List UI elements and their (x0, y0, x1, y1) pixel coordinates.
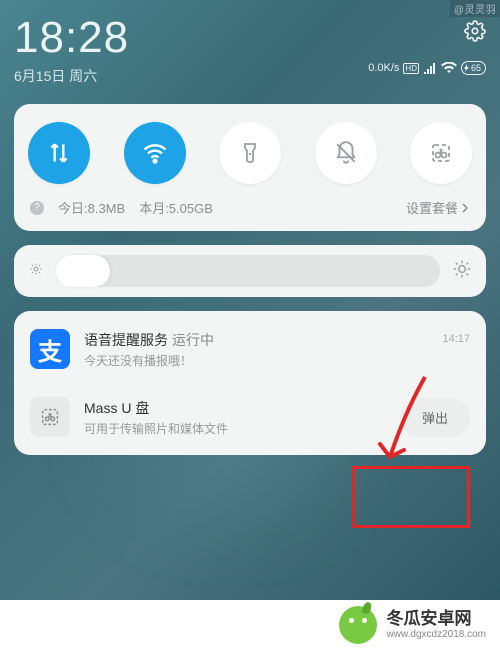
notification-alipay[interactable]: 支 语音提醒服务运行中 今天还没有播报哦！ 14:17 (14, 315, 486, 383)
brightness-slider[interactable] (56, 255, 440, 287)
brand-name: 冬瓜安卓网 (387, 610, 487, 629)
brightness-low-icon (28, 261, 44, 282)
watermark: @灵灵羽 (450, 0, 500, 17)
chevron-right-icon (460, 203, 470, 213)
brand-logo (339, 606, 377, 644)
usage-today: 今日:8.3MB (58, 198, 125, 217)
hd-indicator: HD (403, 63, 419, 74)
quick-settings-card: ? 今日:8.3MB 本月:5.05GB 设置套餐 (14, 104, 486, 231)
notif-time: 14:17 (442, 333, 470, 345)
toggle-mobile-data[interactable] (28, 122, 90, 184)
toggle-flashlight[interactable] (219, 122, 281, 184)
clock: 18:28 (14, 16, 368, 60)
shade-header: 18:28 6月15日 周六 0.0K/s HD 65 (14, 16, 486, 86)
gear-icon (464, 20, 486, 42)
status-bar: 0.0K/s HD 65 (368, 61, 486, 75)
date: 6月15日 周六 (14, 66, 368, 86)
usb-icon (30, 397, 70, 437)
notification-usb[interactable]: Mass U 盘 可用于传输照片和媒体文件 弹出 (14, 383, 486, 451)
brightness-slider-thumb[interactable] (56, 255, 110, 287)
set-plan-link[interactable]: 设置套餐 (406, 198, 470, 217)
toggle-screenshot[interactable] (410, 122, 472, 184)
notif-title: Mass U 盘 (84, 398, 386, 418)
net-speed: 0.0K/s (368, 62, 399, 74)
flashlight-icon (238, 141, 262, 165)
notification-shade: 18:28 6月15日 周六 0.0K/s HD 65 (0, 0, 500, 455)
brand-url: www.dgxcdz2018.com (387, 629, 487, 640)
help-icon: ? (30, 201, 44, 215)
toggle-wifi[interactable] (124, 122, 186, 184)
mobile-data-icon (46, 140, 72, 166)
wifi-icon (441, 62, 457, 74)
screenshot-icon (429, 141, 453, 165)
settings-button[interactable] (464, 20, 486, 47)
dnd-icon (333, 140, 359, 166)
notif-title: 语音提醒服务运行中 (84, 330, 428, 350)
alipay-icon: 支 (30, 329, 70, 369)
notif-subtitle: 可用于传输照片和媒体文件 (84, 420, 386, 437)
toggle-dnd[interactable] (315, 122, 377, 184)
wifi-icon (141, 139, 169, 167)
eject-button[interactable]: 弹出 (400, 398, 470, 437)
brightness-high-icon (452, 259, 472, 284)
brand-footer: 冬瓜安卓网 www.dgxcdz2018.com (0, 600, 500, 650)
notif-subtitle: 今天还没有播报哦！ (84, 352, 428, 369)
signal-icon (423, 62, 437, 74)
quick-toggles-row (14, 104, 486, 198)
notifications-card: 支 语音提醒服务运行中 今天还没有播报哦！ 14:17 Mass U 盘 可用于… (14, 311, 486, 455)
usage-month: 本月:5.05GB (139, 198, 213, 217)
battery-indicator: 65 (461, 61, 486, 75)
data-usage-row[interactable]: ? 今日:8.3MB 本月:5.05GB 设置套餐 (14, 198, 486, 231)
brightness-card (14, 245, 486, 297)
